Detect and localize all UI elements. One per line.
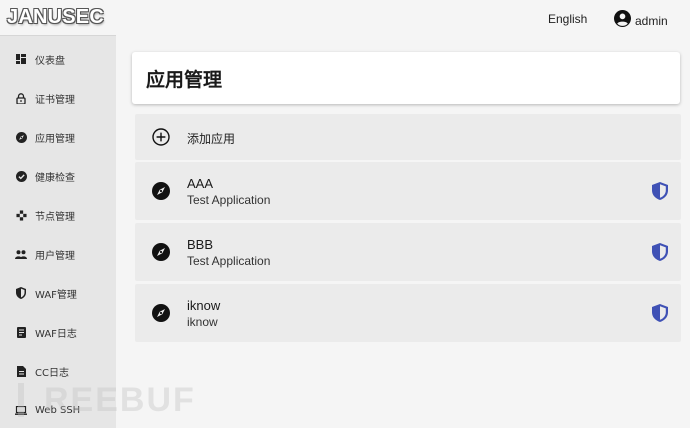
compass-icon [152, 243, 170, 261]
compass-icon [15, 131, 27, 143]
application-name: BBB [187, 237, 214, 252]
add-application-label: 添加应用 [187, 132, 236, 146]
compass-icon [152, 304, 170, 322]
lock-icon [15, 92, 27, 104]
sidebar-item-label: WAF管理 [35, 289, 77, 301]
check-circle-icon [15, 170, 27, 182]
add-application-button[interactable]: 添加应用 [135, 114, 681, 160]
document-icon [15, 365, 27, 377]
application-row-aaa[interactable]: AAA Test Application [135, 162, 681, 220]
application-description: Test Application [187, 193, 271, 207]
watermark: REEBUF [18, 378, 196, 422]
waf-shield-icon[interactable] [652, 304, 668, 322]
sidebar-item-waf-log[interactable]: WAF日志 [0, 317, 116, 347]
sidebar-item-label: 证书管理 [35, 94, 75, 106]
page-title-card: 应用管理 [132, 52, 680, 104]
sidebar: JANUSEC 仪表盘 证书管理 应用管理 健康检查 节点管理 用户管理 WAF… [0, 0, 116, 428]
sidebar-item-health-check[interactable]: 健康检查 [0, 161, 116, 191]
top-bar: English admin [116, 0, 690, 36]
sidebar-item-label: WAF日志 [35, 328, 77, 340]
sidebar-item-waf[interactable]: WAF管理 [0, 278, 116, 308]
sidebar-item-label: 用户管理 [35, 250, 75, 262]
people-icon [15, 248, 27, 260]
logo-text: JANUSEC [7, 6, 104, 28]
sidebar-item-label: 仪表盘 [35, 55, 65, 67]
add-circle-icon [152, 128, 170, 146]
sidebar-item-label: 节点管理 [35, 211, 75, 223]
sidebar-item-label: CC日志 [35, 367, 69, 379]
sidebar-item-certificates[interactable]: 证书管理 [0, 83, 116, 113]
dashboard-icon [15, 53, 27, 65]
language-selector[interactable]: English [548, 12, 587, 26]
main-content: 应用管理 添加应用 AAA Test Application BBB Test … [116, 36, 690, 428]
application-description: iknow [187, 315, 218, 329]
sidebar-item-nodes[interactable]: 节点管理 [0, 200, 116, 230]
watermark-text: REEBUF [44, 380, 196, 419]
user-menu[interactable]: admin [614, 10, 668, 31]
application-row-bbb[interactable]: BBB Test Application [135, 223, 681, 281]
watermark-mark-icon [18, 383, 40, 417]
application-name: iknow [187, 298, 221, 313]
sidebar-item-dashboard[interactable]: 仪表盘 [0, 44, 116, 74]
application-name: AAA [187, 176, 214, 191]
sidebar-item-label: 健康检查 [35, 172, 75, 184]
username: admin [635, 13, 668, 28]
application-row-iknow[interactable]: iknow iknow [135, 284, 681, 342]
shield-icon [15, 287, 27, 299]
sidebar-item-applications[interactable]: 应用管理 [0, 122, 116, 152]
sidebar-item-users[interactable]: 用户管理 [0, 239, 116, 269]
waf-shield-icon[interactable] [652, 182, 668, 200]
compass-icon [152, 182, 170, 200]
app-logo[interactable]: JANUSEC [0, 0, 116, 36]
page-title: 应用管理 [146, 68, 223, 91]
log-icon [15, 326, 27, 338]
application-description: Test Application [187, 254, 271, 268]
waf-shield-icon[interactable] [652, 243, 668, 261]
nodes-icon [15, 209, 27, 221]
sidebar-item-label: 应用管理 [35, 133, 75, 145]
account-circle-icon [614, 10, 631, 31]
